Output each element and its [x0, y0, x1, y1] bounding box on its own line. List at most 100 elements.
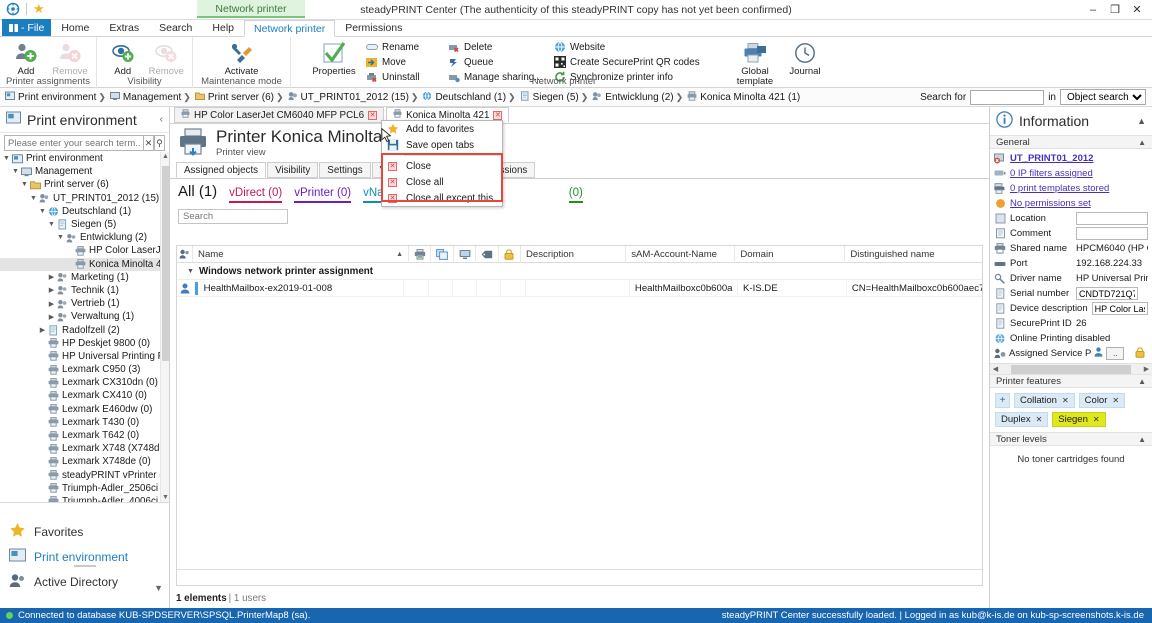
tree-node[interactable]: ▼ Entwicklung (2) [0, 231, 160, 244]
tree-node[interactable]: HP Universal Printing PCL 6 [0, 350, 160, 363]
close-button[interactable]: ✕ [1126, 1, 1148, 19]
context-menu-close-all[interactable]: ✕ Close all [382, 174, 502, 190]
add-feature-button[interactable]: + [995, 393, 1010, 408]
lock-icon[interactable] [1135, 346, 1145, 361]
print-templates-row[interactable]: 0 print templates stored [994, 181, 1148, 196]
tree-node[interactable]: Konica Minolta 4 [0, 257, 160, 271]
feature-chip-color[interactable]: Color ✕ [1078, 393, 1126, 408]
sub-tab-last[interactable]: (0) [568, 187, 583, 203]
tree-node[interactable]: Lexmark CX310dn (0) [0, 376, 160, 389]
tree-node[interactable]: ▶ Technik (1) [0, 284, 160, 297]
location-input[interactable] [1076, 212, 1148, 225]
remove-visibility-button[interactable]: Remove [145, 39, 189, 77]
section-header-printer-features[interactable]: Printer features ▲ [990, 374, 1152, 388]
section-header-general[interactable]: General ▲ [990, 135, 1152, 149]
lock-col-icon[interactable] [499, 245, 521, 263]
journal-button[interactable]: Journal [784, 39, 826, 77]
chevron-left-icon[interactable]: ‹ [160, 114, 163, 125]
group-expand-icon[interactable]: ▼ [187, 268, 194, 275]
close-icon[interactable]: ✕ [1093, 415, 1100, 424]
tree-node[interactable]: ▼ Management [0, 165, 160, 178]
document-tab-hp-color-laserjet[interactable]: HP Color LaserJet CM6040 MFP PCL6 ✕ [174, 107, 385, 123]
sub-tab-vprinter[interactable]: vPrinter (0) [294, 187, 352, 203]
tree-node[interactable]: Lexmark X748 (X748de) (0) [0, 442, 160, 455]
breadcrumb-item-ut-print01[interactable]: UT_PRINT01_2012 (15) [288, 91, 409, 104]
chevron-down-icon[interactable]: ▼ [154, 583, 163, 593]
tree-expand-icon[interactable]: ▶ [47, 313, 56, 321]
breadcrumb-item-entwicklung[interactable]: Entwicklung (2) [592, 91, 674, 104]
breadcrumb-item-konica-minolta[interactable]: Konica Minolta 421 (1) [687, 90, 800, 104]
tree-node[interactable]: HP Deskjet 9800 (0) [0, 337, 160, 350]
tree-collapse-icon[interactable]: ▼ [11, 168, 20, 175]
chevron-up-icon[interactable]: ▲ [1138, 435, 1146, 444]
chevron-up-icon[interactable]: ▲ [1138, 377, 1146, 386]
breadcrumb-item-management[interactable]: Management [109, 91, 181, 104]
tree-collapse-icon[interactable]: ▼ [2, 155, 11, 162]
tree-search-input[interactable] [4, 135, 143, 151]
close-icon[interactable]: ✕ [493, 110, 503, 120]
breadcrumb-item-deutschland[interactable]: Deutschland (1) [422, 91, 506, 104]
move-button[interactable]: Move [363, 55, 445, 69]
printer-col-icon[interactable] [409, 245, 432, 263]
website-button[interactable]: Website [551, 40, 706, 54]
minimize-button[interactable]: – [1082, 1, 1104, 19]
tree-node[interactable]: ▼ Siegen (5) [0, 218, 160, 231]
sub-tab-all[interactable]: All (1) [178, 183, 217, 200]
tree-expand-icon[interactable]: ▶ [47, 273, 56, 281]
tree-collapse-icon[interactable]: ▼ [56, 234, 65, 241]
tree-collapse-icon[interactable]: ▼ [20, 181, 29, 188]
grid-col-name[interactable]: Name ▲ [193, 245, 410, 263]
server-link[interactable]: UT_PRINT01_2012 [1010, 153, 1093, 164]
chevron-up-icon[interactable]: ▲ [1137, 116, 1146, 126]
context-menu-add-to-favorites[interactable]: Add to favorites [382, 121, 502, 137]
tree-node[interactable]: Lexmark CX410 (0) [0, 389, 160, 402]
sub-tab-vdirect[interactable]: vDirect (0) [229, 187, 283, 203]
grid-search-input[interactable] [178, 209, 288, 224]
hscroll-thumb[interactable] [1011, 364, 1131, 374]
copy-col-icon[interactable] [431, 245, 454, 263]
users-col-icon[interactable] [177, 245, 194, 263]
tree-node[interactable]: ▶ Marketing (1) [0, 271, 160, 284]
search-icon[interactable]: ⚲ [154, 135, 165, 151]
tree-scrollbar[interactable]: ▲ ▼ [160, 152, 169, 502]
queue-button[interactable]: Queue [445, 55, 551, 69]
tab-assigned-objects[interactable]: Assigned objects [176, 162, 267, 178]
file-menu-button[interactable]: - File [2, 19, 52, 36]
delete-button[interactable]: Delete [445, 40, 551, 54]
breadcrumb-item-print-environment[interactable]: Print environment [5, 91, 96, 104]
scroll-left-arrow-icon[interactable]: ◀ [991, 365, 1000, 373]
create-qr-codes-button[interactable]: Create SecurePrint QR codes [551, 55, 706, 69]
serial-number-input[interactable] [1076, 287, 1138, 300]
properties-button[interactable]: Properties [305, 39, 363, 77]
close-icon[interactable]: ✕ [1036, 415, 1043, 424]
feature-chip-duplex[interactable]: Duplex ✕ [995, 412, 1049, 427]
feature-chip-siegen[interactable]: Siegen ✕ [1052, 412, 1106, 427]
permissions-link[interactable]: No permissions set [1010, 198, 1091, 209]
ribbon-tab-help[interactable]: Help [202, 19, 244, 36]
sidebar-item-favorites[interactable]: Favorites [0, 519, 169, 544]
context-menu-close[interactable]: ✕ Close [382, 158, 502, 174]
ribbon-tab-extras[interactable]: Extras [99, 19, 149, 36]
tree-node[interactable]: Triumph-Adler_4006ci KX (5 [0, 495, 160, 502]
tree-node[interactable]: steadyPRINT vPrinter (0) [0, 469, 160, 482]
tree-node[interactable]: ▼ Print server (6) [0, 178, 160, 191]
ribbon-tab-search[interactable]: Search [149, 19, 202, 36]
tree-node[interactable]: Lexmark E460dw (0) [0, 403, 160, 416]
breadcrumb-item-print-server[interactable]: Print server (6) [194, 91, 274, 104]
ip-filters-link[interactable]: 0 IP filters assigned [1010, 168, 1093, 179]
ip-filters-row[interactable]: 0 IP filters assigned [994, 166, 1148, 181]
search-scope-select[interactable]: Object search [1060, 89, 1146, 105]
tree-collapse-icon[interactable]: ▼ [47, 221, 56, 228]
activate-maintenance-button[interactable]: Activate [213, 39, 271, 77]
rename-button[interactable]: Rename [363, 40, 445, 54]
grid-col-domain[interactable]: Domain [735, 245, 846, 263]
restore-button[interactable]: ❐ [1104, 1, 1126, 19]
tree-collapse-icon[interactable]: ▼ [38, 208, 47, 215]
section-header-toner-levels[interactable]: Toner levels ▲ [990, 432, 1152, 446]
grid-col-description[interactable]: Description [521, 245, 627, 263]
context-menu-close-all-except-this[interactable]: ✕ Close all except this [382, 190, 502, 206]
ribbon-tab-permissions[interactable]: Permissions [335, 19, 412, 36]
ribbon-tab-home[interactable]: Home [51, 19, 99, 36]
tree-node[interactable]: Lexmark T642 (0) [0, 429, 160, 442]
device-description-input[interactable] [1091, 302, 1148, 315]
